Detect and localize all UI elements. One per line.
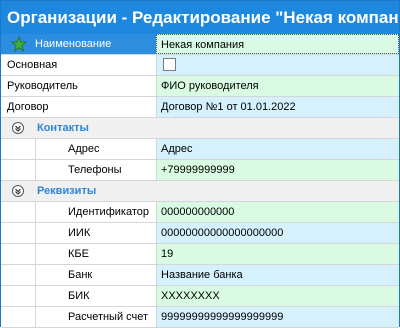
field-row-director: Руководитель ФИО руководителя [1, 76, 399, 97]
name-input[interactable]: Некая компания [156, 34, 399, 54]
field-label-account: Расчетный счет [35, 307, 156, 327]
field-row-bik: БИК XXXXXXXX [1, 286, 399, 307]
field-label-main: Основная [7, 59, 58, 71]
group-contacts-label: Контакты [37, 122, 89, 134]
iik-input[interactable]: 00000000000000000000 [156, 223, 399, 243]
bik-input[interactable]: XXXXXXXX [156, 286, 399, 306]
collapse-icon[interactable] [12, 122, 24, 134]
phones-input[interactable]: +79999999999 [156, 160, 399, 180]
field-label-iik: ИИК [35, 223, 156, 243]
main-value-cell [156, 55, 399, 75]
field-label-name: Наименование [1, 34, 156, 54]
group-requisites[interactable]: Реквизиты [1, 181, 399, 202]
field-row-contract: Договор Договор №1 от 01.01.2022 [1, 97, 399, 118]
property-grid: Наименование Некая компания Основная Рук… [1, 34, 399, 328]
field-label-address: Адрес [35, 139, 156, 159]
field-row-kbe: КБЕ 19 [1, 244, 399, 265]
field-row-name[interactable]: Наименование Некая компания [1, 34, 399, 55]
field-label-contract: Договор [7, 101, 49, 113]
field-row-account: Расчетный счет 99999999999999999999 [1, 307, 399, 328]
collapse-icon[interactable] [12, 185, 24, 197]
field-row-identifier: Идентификатор 000000000000 [1, 202, 399, 223]
group-contacts[interactable]: Контакты [1, 118, 399, 139]
field-label-bik: БИК [35, 286, 156, 306]
field-label-phones: Телефоны [35, 160, 156, 180]
kbe-input[interactable]: 19 [156, 244, 399, 264]
address-input[interactable]: Адрес [156, 139, 399, 159]
field-row-main: Основная [1, 55, 399, 76]
main-checkbox[interactable] [163, 58, 176, 71]
field-row-address: Адрес Адрес [1, 139, 399, 160]
edit-organization-window: Организации - Редактирование "Некая комп… [0, 0, 400, 328]
window-title: Организации - Редактирование "Некая комп… [1, 1, 399, 34]
field-label-identifier: Идентификатор [35, 202, 156, 222]
field-label-bank: Банк [35, 265, 156, 285]
field-row-bank: Банк Название банка [1, 265, 399, 286]
field-row-phones: Телефоны +79999999999 [1, 160, 399, 181]
field-row-iik: ИИК 00000000000000000000 [1, 223, 399, 244]
director-input[interactable]: ФИО руководителя [156, 76, 399, 96]
group-requisites-label: Реквизиты [37, 185, 97, 197]
identifier-input[interactable]: 000000000000 [156, 202, 399, 222]
field-label-kbe: КБЕ [35, 244, 156, 264]
account-input[interactable]: 99999999999999999999 [156, 307, 399, 327]
bank-input[interactable]: Название банка [156, 265, 399, 285]
contract-input[interactable]: Договор №1 от 01.01.2022 [156, 97, 399, 117]
star-icon [11, 36, 27, 52]
field-label-director: Руководитель [7, 80, 78, 92]
